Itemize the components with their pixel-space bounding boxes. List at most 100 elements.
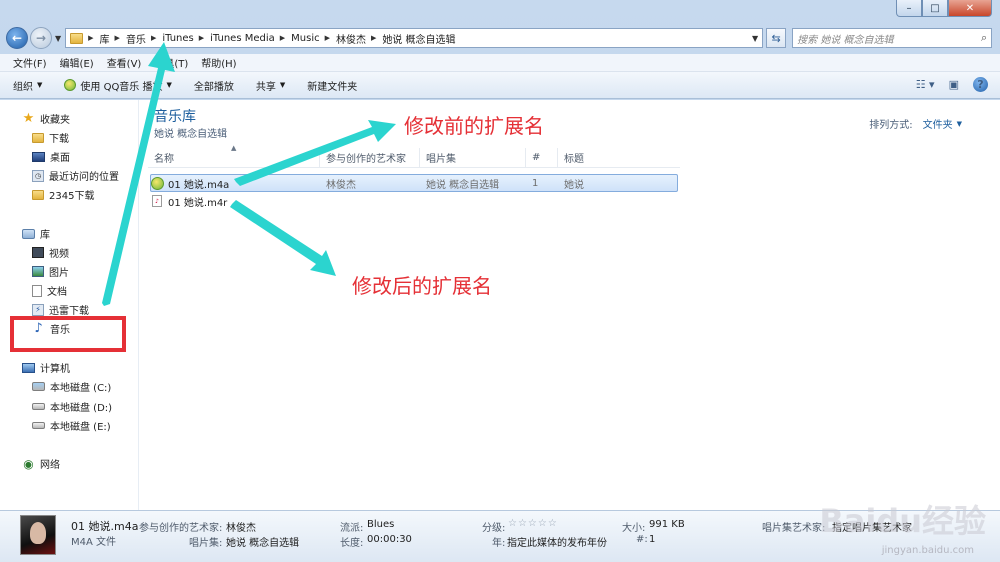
thunder-download-icon: ⚡ (32, 303, 44, 316)
refresh-icon: ⇆ (771, 31, 781, 45)
arrow-left-icon: ← (11, 31, 23, 45)
play-with-qq-button[interactable]: 使用 QQ音乐 播放 ▼ (64, 78, 172, 93)
column-headers: 名称 参与创作的艺术家 唱片集 # 标题 (148, 148, 680, 168)
sidebar-item-documents[interactable]: 文档 (32, 283, 67, 298)
details-genre-label: 流派: (340, 523, 364, 534)
star-icon: ★ (22, 111, 35, 126)
sidebar-item-2345-downloads[interactable]: 2345下载 (32, 187, 94, 202)
column-header-title[interactable]: 标题 (558, 148, 680, 167)
sidebar-item-downloads[interactable]: 下载 (32, 130, 69, 145)
file-list-pane: 音乐库 她说 概念自选辑 排列方式: 文件夹 ▼ ▲ 名称 参与创作的艺术家 唱… (140, 100, 1000, 510)
breadcrumb-artist[interactable]: ▶ 林俊杰 (320, 31, 366, 46)
recent-places-icon: ◷ (32, 169, 44, 182)
details-filename: 01 她说.m4a (71, 520, 139, 533)
baidu-watermark-url: jingyan.baidu.com (881, 545, 974, 556)
breadcrumb-itunes[interactable]: ▶ iTunes (146, 33, 194, 44)
details-album-label: 唱片集: (189, 538, 223, 549)
address-dropdown[interactable]: ▼ (752, 34, 762, 43)
details-track[interactable]: 1 (649, 534, 655, 545)
document-icon (32, 284, 42, 297)
video-icon (32, 247, 44, 258)
play-all-button[interactable]: 全部播放 (194, 78, 234, 93)
breadcrumb-music[interactable]: ▶ 音乐 (110, 31, 146, 46)
details-rating-label: 分级: (482, 523, 506, 534)
sidebar-item-drive-c[interactable]: 本地磁盘 (C:) (32, 379, 111, 394)
baidu-watermark-logo: Baidu经验 (819, 502, 986, 540)
chevron-right-icon[interactable]: ▶ (371, 34, 376, 42)
file-artist: 林俊杰 (326, 179, 356, 191)
desktop-icon (32, 151, 45, 162)
organize-button[interactable]: 组织 ▼ (13, 78, 42, 93)
sidebar-item-pictures[interactable]: 图片 (32, 264, 69, 279)
qq-music-icon (64, 79, 77, 91)
details-size-label: 大小: (622, 523, 646, 534)
sidebar-item-recent[interactable]: ◷ 最近访问的位置 (32, 168, 119, 183)
sidebar-group-libraries[interactable]: 库 (22, 226, 50, 241)
column-header-name[interactable]: 名称 (148, 148, 320, 167)
caret-down-icon[interactable]: ▼ (957, 120, 962, 128)
breadcrumb-itunes-media[interactable]: ▶ iTunes Media (194, 33, 275, 44)
chevron-right-icon[interactable]: ▶ (325, 34, 330, 42)
system-drive-icon (32, 382, 45, 391)
computer-icon (22, 362, 35, 373)
forward-button[interactable]: → (30, 27, 52, 49)
maximize-button[interactable]: □ (922, 0, 948, 17)
refresh-button[interactable]: ⇆ (766, 28, 787, 48)
address-bar[interactable]: ▶ 库 ▶ 音乐 ▶ iTunes ▶ iTunes Media ▶ Music ▶ 林俊杰… (65, 28, 764, 48)
chevron-right-icon[interactable]: ▶ (199, 34, 204, 42)
details-album[interactable]: 她说 概念自选辑 (226, 534, 299, 549)
breadcrumb-library[interactable]: ▶ 库 (83, 31, 109, 46)
menu-file[interactable]: 文件(F) (13, 55, 47, 70)
column-header-album[interactable]: 唱片集 (420, 148, 526, 167)
chevron-right-icon[interactable]: ▶ (88, 34, 93, 42)
rating-stars-icon[interactable]: ☆☆☆☆☆ (508, 518, 558, 529)
search-input[interactable]: 搜索 她说 概念自选辑 ⌕ (792, 28, 993, 48)
details-artist[interactable]: 林俊杰 (226, 519, 256, 534)
new-folder-button[interactable]: 新建文件夹 (307, 78, 357, 93)
details-year-label: 年: (492, 538, 506, 549)
caret-down-icon: ▼ (166, 81, 172, 89)
close-button[interactable]: ✕ (948, 0, 992, 17)
file-row[interactable]: ♪ 01 她说.m4r (150, 192, 678, 210)
annotation-after: 修改后的扩展名 (352, 274, 492, 298)
navigation-pane: ★ 收藏夹 下载 桌面 ◷ 最近访问的位置 2345下载 库 视频 图片 文档 ⚡ 迅… (0, 100, 139, 510)
chevron-right-icon[interactable]: ▶ (151, 34, 156, 42)
column-header-track[interactable]: # (526, 148, 558, 167)
sidebar-group-favorites[interactable]: ★ 收藏夹 (22, 111, 70, 126)
view-options-icon[interactable]: ☷ ▾ (916, 78, 935, 91)
menu-help[interactable]: 帮助(H) (201, 55, 236, 70)
breadcrumb-music-en[interactable]: ▶ Music (275, 33, 320, 44)
caret-down-icon: ▼ (279, 81, 286, 89)
share-button[interactable]: 共享 ▼ (256, 78, 285, 93)
menu-tools[interactable]: 工具(T) (154, 55, 188, 70)
column-header-artist[interactable]: 参与创作的艺术家 (320, 148, 420, 167)
sidebar-item-drive-e[interactable]: 本地磁盘 (E:) (32, 418, 111, 433)
menu-edit[interactable]: 编辑(E) (60, 55, 94, 70)
details-year[interactable]: 指定此媒体的发布年份 (507, 534, 607, 549)
help-icon[interactable]: ? (973, 77, 988, 92)
search-icon[interactable]: ⌕ (981, 31, 987, 45)
recent-pages-dropdown[interactable]: ▼ (55, 34, 61, 43)
chevron-right-icon[interactable]: ▶ (115, 34, 120, 42)
chevron-right-icon[interactable]: ▶ (280, 34, 285, 42)
sidebar-group-network[interactable]: ◉ 网络 (22, 456, 60, 472)
sidebar-item-videos[interactable]: 视频 (32, 245, 69, 260)
arrange-by-dropdown[interactable]: 文件夹 (923, 116, 953, 131)
sidebar-item-drive-d[interactable]: 本地磁盘 (D:) (32, 399, 112, 414)
file-row[interactable]: 01 她说.m4a 林俊杰 她说 概念自选辑 1 她说 (150, 174, 678, 192)
sidebar-group-computer[interactable]: 计算机 (22, 360, 70, 375)
menu-view[interactable]: 查看(V) (107, 55, 142, 70)
minimize-button[interactable]: – (896, 0, 922, 17)
sidebar-item-desktop[interactable]: 桌面 (32, 149, 70, 164)
network-icon: ◉ (23, 456, 34, 471)
menu-bar: 文件(F) 编辑(E) 查看(V) 工具(T) 帮助(H) (0, 54, 1000, 72)
preview-pane-icon[interactable]: ▣ (949, 78, 959, 91)
highlight-box (10, 316, 126, 352)
back-button[interactable]: ← (6, 27, 28, 49)
arrange-by: 排列方式: 文件夹 ▼ (869, 116, 962, 132)
folder-icon (32, 189, 44, 200)
breadcrumb-album[interactable]: ▶ 她说 概念自选辑 (366, 31, 456, 46)
search-placeholder: 搜索 她说 概念自选辑 (797, 34, 894, 46)
sidebar-item-thunder-downloads[interactable]: ⚡ 迅雷下载 (32, 302, 89, 317)
details-genre[interactable]: Blues (367, 519, 394, 530)
